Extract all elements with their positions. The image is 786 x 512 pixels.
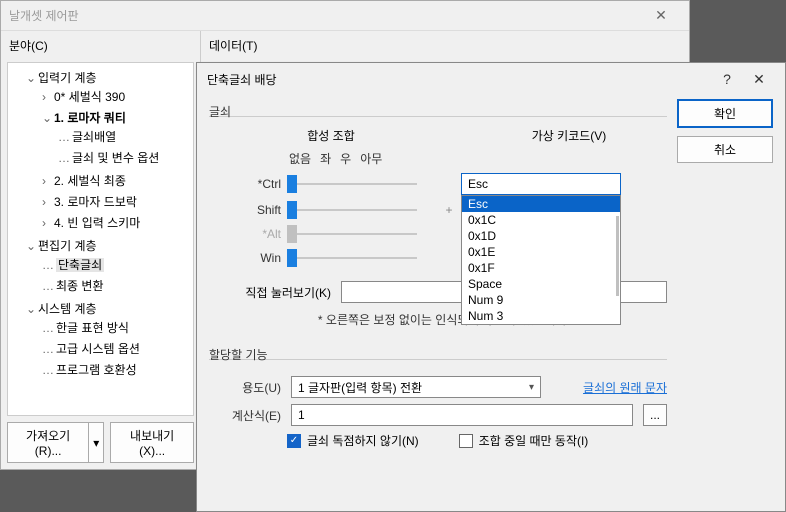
shift-slider[interactable]: [287, 201, 437, 219]
vk-listbox[interactable]: Esc 0x1C 0x1D 0x1E 0x1F Space Num 9 Num …: [461, 195, 621, 325]
list-item[interactable]: Num 3: [462, 308, 620, 324]
alt-label: *Alt: [221, 227, 281, 241]
list-item[interactable]: 0x1E: [462, 244, 620, 260]
dialog-titlebar: 단축글쇠 배당 ? ✕: [197, 63, 785, 95]
tree-item[interactable]: 최종 변환: [56, 279, 104, 293]
ctrl-slider[interactable]: [287, 175, 437, 193]
tree-item[interactable]: 글쇠배열: [72, 130, 116, 144]
tree-item[interactable]: 1. 로마자 쿼티: [54, 111, 126, 125]
export-button[interactable]: 내보내기(X)...: [110, 422, 194, 463]
main-title: 날개셋 제어판: [9, 7, 79, 24]
vk-combobox[interactable]: Esc: [461, 173, 621, 195]
import-split-button[interactable]: 가져오기(R)... ▾: [7, 422, 104, 463]
tree-item[interactable]: 입력기 계층: [38, 71, 97, 85]
press-label: 직접 눌러보기(K): [221, 284, 331, 301]
close-icon[interactable]: ✕: [743, 71, 775, 88]
import-dropdown-button[interactable]: ▾: [89, 422, 104, 463]
tree-item[interactable]: 한글 표현 방식: [56, 321, 129, 335]
list-item[interactable]: 0x1F: [462, 260, 620, 276]
combo-label: 합성 조합: [221, 127, 441, 144]
tree-item-selected[interactable]: 단축글쇠: [56, 258, 104, 272]
import-button[interactable]: 가져오기(R)...: [7, 422, 89, 463]
expr-more-button[interactable]: ...: [643, 404, 667, 426]
category-pane: 분야(C) ⌄입력기 계층 ›0* 세벌식 390 ⌄1. 로마자 쿼티 …글쇠…: [1, 31, 201, 469]
expr-input[interactable]: [291, 404, 633, 426]
modifier-headers: 없음 좌 우 아무: [221, 150, 441, 167]
only-composing-checkbox[interactable]: 조합 중일 때만 동작(I): [459, 432, 589, 449]
tree-item[interactable]: 고급 시스템 옵션: [56, 342, 140, 356]
list-item[interactable]: Num 9: [462, 292, 620, 308]
original-char-link[interactable]: 글쇠의 원래 문자: [583, 379, 667, 396]
plus-icon: +: [443, 203, 455, 217]
win-slider[interactable]: [287, 249, 437, 267]
data-label: 데이터(T): [201, 31, 689, 60]
ok-button[interactable]: 확인: [677, 99, 773, 128]
dialog-title: 단축글쇠 배당: [207, 71, 277, 88]
vk-label: 가상 키코드(V): [471, 127, 667, 144]
scrollbar[interactable]: [616, 216, 619, 296]
help-icon[interactable]: ?: [711, 71, 743, 87]
tree-item[interactable]: 2. 세벌식 최종: [54, 174, 126, 188]
vk-value: Esc: [468, 177, 488, 191]
list-item[interactable]: 0x1C: [462, 212, 620, 228]
cancel-button[interactable]: 취소: [677, 136, 773, 163]
shift-label: Shift: [221, 203, 281, 217]
category-label: 분야(C): [1, 31, 200, 60]
tree-item[interactable]: 글쇠 및 변수 옵션: [72, 151, 159, 165]
expr-label: 계산식(E): [221, 407, 281, 424]
ctrl-label: *Ctrl: [221, 177, 281, 191]
list-item[interactable]: Space: [462, 276, 620, 292]
tree-item[interactable]: 프로그램 호환성: [56, 363, 137, 377]
purpose-select[interactable]: 1 글자판(입력 항목) 전환 ▾: [291, 376, 541, 398]
purpose-value: 1 글자판(입력 항목) 전환: [298, 379, 422, 396]
close-icon[interactable]: ✕: [641, 7, 681, 24]
alt-slider: [287, 225, 437, 243]
list-item[interactable]: 0x1D: [462, 228, 620, 244]
tree-item[interactable]: 편집기 계층: [38, 239, 97, 253]
checkbox-checked-icon: ✓: [287, 434, 301, 448]
chevron-down-icon: ▾: [529, 382, 534, 393]
tree-item[interactable]: 시스템 계층: [38, 302, 97, 316]
tree-item[interactable]: 3. 로마자 드보락: [54, 195, 137, 209]
win-label: Win: [221, 251, 281, 265]
main-titlebar: 날개셋 제어판 ✕: [1, 1, 689, 31]
hotkey-dialog: 단축글쇠 배당 ? ✕ 글쇠 합성 조합 없음 좌 우 아무: [196, 62, 786, 512]
checkbox-icon: [459, 434, 473, 448]
no-monopoly-checkbox[interactable]: ✓ 글쇠 독점하지 않기(N): [287, 432, 419, 449]
category-tree[interactable]: ⌄입력기 계층 ›0* 세벌식 390 ⌄1. 로마자 쿼티 …글쇠배열 …글쇠…: [10, 67, 191, 382]
purpose-label: 용도(U): [221, 379, 281, 396]
tree-item[interactable]: 0* 세벌식 390: [54, 90, 125, 104]
list-item[interactable]: Esc: [462, 196, 620, 212]
tree-item[interactable]: 4. 빈 입력 스키마: [54, 216, 140, 230]
